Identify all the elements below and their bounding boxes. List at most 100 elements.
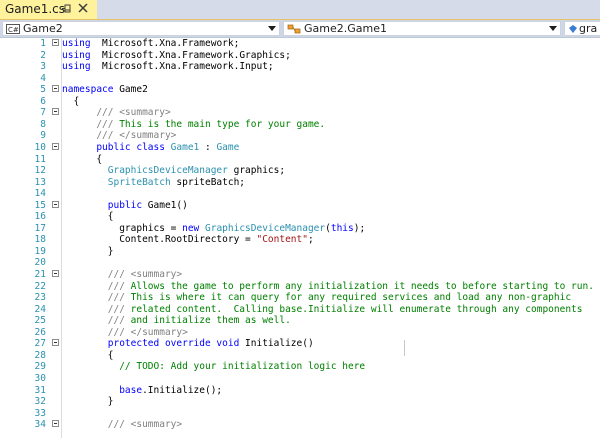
code-line[interactable]: 7 /// <summary> [0, 107, 600, 118]
code-text: /// </summary> [62, 130, 176, 141]
document-tab-strip: Game1.cs [0, 0, 600, 20]
code-token: // TODO: Add your initialization logic h… [62, 361, 366, 373]
code-token: graphics; [227, 165, 286, 177]
code-line[interactable]: 30 [0, 373, 600, 384]
code-token: Allows the game to perform any initializ… [124, 280, 594, 292]
code-line[interactable]: 9 /// </summary> [0, 130, 600, 141]
chevron-down-icon [549, 26, 557, 31]
code-line[interactable]: 1 using Microsoft.Xna.Framework; [0, 38, 600, 49]
code-line[interactable]: 18 Content.RootDirectory = "Content"; [0, 234, 600, 245]
collapse-icon[interactable] [52, 39, 59, 46]
code-token: using [62, 49, 91, 61]
line-number: 11 [34, 153, 46, 165]
line-number: 32 [34, 396, 46, 408]
code-text: { [62, 154, 102, 165]
code-line[interactable]: 21 /// <summary> [0, 269, 600, 280]
member-dropdown-value: gra [579, 22, 598, 35]
code-line[interactable]: 2 using Microsoft.Xna.Framework.Graphics; [0, 50, 600, 61]
member-dropdown[interactable]: gra [564, 21, 600, 36]
code-token: and initialize them as well. [124, 315, 291, 327]
line-number: 13 [34, 176, 46, 188]
line-number: 29 [34, 361, 46, 373]
code-line[interactable]: 27 protected override void Initialize() [0, 338, 600, 349]
code-line[interactable]: 19 } [0, 246, 600, 257]
code-line[interactable]: 10 public class Game1 : Game [0, 142, 600, 153]
type-dropdown[interactable]: Game2.Game1 [283, 21, 561, 36]
code-token: /// [62, 419, 125, 431]
code-token: <summary> [113, 107, 171, 119]
code-token: Game [216, 141, 240, 153]
code-text: /// Allows the game to perform any initi… [62, 281, 594, 292]
code-line[interactable]: 12 GraphicsDeviceManager graphics; [0, 165, 600, 176]
collapse-icon[interactable] [52, 339, 59, 347]
code-line[interactable]: 31 base.Initialize(); [0, 385, 600, 396]
code-line[interactable]: 29 // TODO: Add your initialization logi… [0, 361, 600, 372]
code-editor[interactable]: 1 using Microsoft.Xna.Framework; 2 using Mi… [0, 38, 600, 438]
line-number: 10 [34, 141, 46, 153]
project-dropdown[interactable]: C# Game2 [2, 21, 280, 36]
line-number: 22 [34, 280, 46, 292]
code-line[interactable]: 23 /// This is where it can query for an… [0, 292, 600, 303]
type-dropdown-value: Game2.Game1 [304, 22, 387, 35]
code-token: /// [62, 292, 125, 304]
code-line[interactable]: 4 [0, 73, 600, 84]
collapse-icon[interactable] [52, 270, 59, 277]
collapse-icon[interactable] [52, 200, 59, 208]
line-number: 24 [34, 303, 46, 315]
collapse-icon[interactable] [52, 85, 59, 93]
navigation-bar: C# Game2 Game2.Game1 gra [0, 20, 600, 38]
collapse-icon[interactable] [52, 108, 59, 116]
pin-icon[interactable] [61, 3, 72, 14]
code-token: .Initialize(); [142, 384, 223, 396]
document-tab[interactable]: Game1.cs [0, 0, 97, 19]
code-token: Microsoft.Xna.Framework; [90, 38, 240, 49]
line-number: 34 [34, 419, 46, 431]
code-line[interactable]: 3 using Microsoft.Xna.Framework.Input; [0, 61, 600, 72]
line-number: 27 [34, 338, 46, 350]
code-line[interactable]: 11 { [0, 154, 600, 165]
line-number: 12 [34, 165, 46, 177]
line-number: 5 [40, 84, 46, 96]
code-line[interactable]: 33 [0, 408, 600, 419]
code-line[interactable]: 16 { [0, 211, 600, 222]
code-line[interactable]: 24 /// related content. Calling base.Ini… [0, 304, 600, 315]
code-token: ; [307, 234, 314, 246]
project-dropdown-value: Game2 [23, 22, 63, 35]
code-token: </summary> [113, 130, 177, 142]
code-text: } [62, 245, 114, 257]
code-line[interactable]: 25 /// and initialize them as well. [0, 315, 600, 326]
code-line[interactable]: 5 namespace Game2 [0, 84, 600, 95]
collapse-icon[interactable] [52, 420, 59, 428]
line-number: 20 [34, 257, 46, 269]
code-line[interactable]: 8 /// This is the main type for your gam… [0, 119, 600, 130]
line-number: 7 [40, 107, 46, 119]
code-line[interactable]: 34 /// <summary> [0, 419, 600, 430]
code-line[interactable]: 6 { [0, 96, 600, 107]
code-line[interactable]: 26 /// </summary> [0, 327, 600, 338]
code-line[interactable]: 15 public Game1() [0, 200, 600, 211]
code-token: /// [62, 280, 125, 292]
code-token: { [62, 211, 114, 223]
code-token: public [62, 199, 143, 211]
close-icon[interactable] [78, 3, 88, 13]
field-icon [569, 25, 577, 33]
code-text: using Microsoft.Xna.Framework.Graphics; [62, 50, 291, 61]
code-line[interactable]: 22 /// Allows the game to perform any in… [0, 281, 600, 292]
code-line[interactable]: 17 graphics = new GraphicsDeviceManager(… [0, 223, 600, 234]
code-line[interactable]: 32 } [0, 396, 600, 407]
code-line[interactable]: 14 [0, 188, 600, 199]
line-number: 16 [34, 211, 46, 223]
code-line[interactable]: 13 SpriteBatch spriteBatch; [0, 177, 600, 188]
code-line[interactable]: 20 [0, 257, 600, 268]
code-token: <summary> [124, 269, 183, 280]
collapse-icon[interactable] [52, 142, 59, 150]
code-token: public class [62, 141, 171, 153]
code-line[interactable]: 28 { [0, 350, 600, 361]
code-token: /// [62, 107, 114, 119]
line-number: 17 [34, 222, 46, 234]
code-token: base [62, 384, 143, 396]
code-text: { [62, 350, 114, 361]
code-token: } [62, 245, 114, 257]
code-text: { [62, 96, 79, 107]
code-text: using Microsoft.Xna.Framework.Input; [62, 61, 274, 72]
